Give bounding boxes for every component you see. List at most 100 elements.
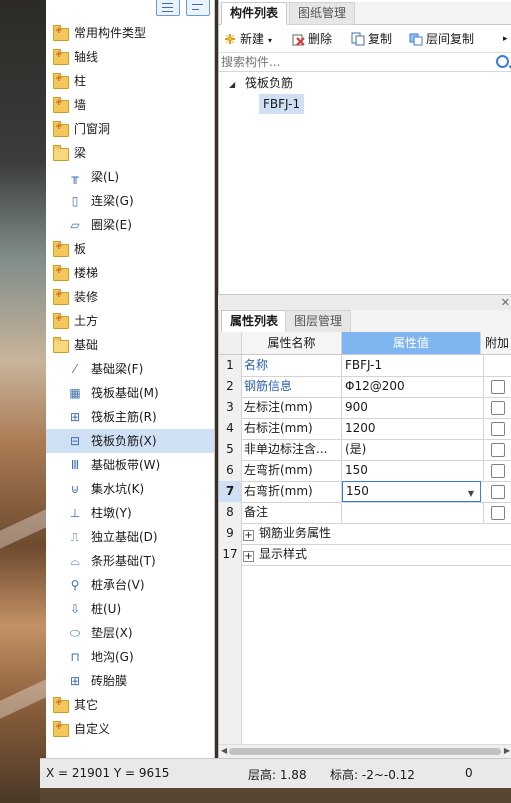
scroll-left-icon[interactable]: ◀ xyxy=(221,746,227,755)
extra-checkbox[interactable] xyxy=(491,485,505,499)
tree-item-label: 柱墩(Y) xyxy=(91,506,132,520)
horizontal-scrollbar[interactable]: ◀ ▶ xyxy=(219,744,511,758)
tree-item[interactable]: ⊞ 筏板主筋(R) xyxy=(46,405,214,429)
property-value-text: 150 xyxy=(346,484,369,498)
tab-component-list[interactable]: 构件列表 xyxy=(221,2,288,25)
copy-button[interactable]: 复制 xyxy=(351,30,392,48)
delete-label: 删除 xyxy=(308,32,333,46)
tree-item[interactable]: + 墙 xyxy=(46,93,214,117)
extra-checkbox[interactable] xyxy=(491,401,505,415)
property-row[interactable]: 5 非单边标注含... (是) xyxy=(219,439,511,461)
tree-item[interactable]: ⊍ 集水坑(K) xyxy=(46,477,214,501)
pile-icon: ⇩ xyxy=(69,602,81,616)
component-group[interactable]: ◢ 筏板负筋 xyxy=(229,73,293,93)
layer-copy-button[interactable]: 层间复制 xyxy=(409,30,474,48)
property-value[interactable]: 900 xyxy=(342,397,484,418)
tree-item[interactable]: ⊓ 地沟(G) xyxy=(46,645,214,669)
ring-beam-icon: ▱ xyxy=(70,218,80,232)
tree-item[interactable]: ⁄ 基础梁(F) xyxy=(46,357,214,381)
header-property-name: 属性名称 xyxy=(242,332,342,354)
row-number: 8 xyxy=(219,502,242,523)
property-value[interactable]: FBFJ-1 xyxy=(342,355,484,376)
tab-property-list[interactable]: 属性列表 xyxy=(221,310,288,333)
dropdown-arrow-icon[interactable]: ▼ xyxy=(468,484,474,503)
tree-item[interactable]: 梁 xyxy=(46,141,214,165)
property-row[interactable]: 1 名称 FBFJ-1 xyxy=(219,355,511,377)
new-button[interactable]: 新建 ▾ xyxy=(223,30,272,48)
list-view-button[interactable] xyxy=(156,0,180,16)
header-property-value: 属性值 xyxy=(342,332,481,354)
raft-negative-rebar-icon: ⊟ xyxy=(69,434,81,448)
tree-item[interactable]: + 常用构件类型 xyxy=(46,21,214,45)
extra-checkbox[interactable] xyxy=(491,506,505,520)
tree-item[interactable]: ⚲ 桩承台(V) xyxy=(46,573,214,597)
scrollbar-thumb[interactable] xyxy=(229,748,501,755)
toolbar-overflow-icon[interactable]: ▸ xyxy=(503,30,508,48)
folder-icon: + xyxy=(53,121,69,137)
property-row[interactable]: 9 + 钢筋业务属性 xyxy=(219,523,511,545)
scroll-right-icon[interactable]: ▶ xyxy=(504,746,510,755)
tree-item[interactable]: + 柱 xyxy=(46,69,214,93)
detail-view-button[interactable] xyxy=(186,0,210,16)
tree-item[interactable]: ⊥ 柱墩(Y) xyxy=(46,501,214,525)
property-row[interactable]: 8 备注 xyxy=(219,502,511,524)
tree-item[interactable]: + 其它 xyxy=(46,693,214,717)
tree-item-label: 轴线 xyxy=(74,50,99,64)
property-group-label: 显示样式 xyxy=(259,547,308,561)
tree-toolbar xyxy=(46,0,214,18)
property-row[interactable]: 6 左弯折(mm) 150 xyxy=(219,460,511,482)
tree-item[interactable]: + 板 xyxy=(46,237,214,261)
property-value-text: 150 xyxy=(345,463,368,477)
tree-item[interactable]: ▯ 连梁(G) xyxy=(46,189,214,213)
tab-layer-management[interactable]: 图层管理 xyxy=(285,310,352,333)
close-icon[interactable]: ✕ xyxy=(501,296,510,309)
tree-item[interactable]: + 楼梯 xyxy=(46,261,214,285)
tree-item[interactable]: ⬭ 垫层(X) xyxy=(46,621,214,645)
property-value-editor[interactable]: 150 ▼ xyxy=(342,481,481,502)
expand-icon[interactable]: + xyxy=(243,551,254,562)
search-input[interactable] xyxy=(221,54,491,69)
tree-item[interactable]: + 自定义 xyxy=(46,717,214,741)
property-row[interactable]: 2 钢筋信息 Φ12@200 xyxy=(219,376,511,398)
tree-item[interactable]: ⇩ 桩(U) xyxy=(46,597,214,621)
delete-button[interactable]: 删除 xyxy=(291,30,332,48)
background-highlight xyxy=(0,509,46,549)
chevron-down-icon[interactable]: ▾ xyxy=(268,36,272,45)
extra-checkbox[interactable] xyxy=(491,422,505,436)
extra-checkbox[interactable] xyxy=(491,443,505,457)
property-row[interactable]: 3 左标注(mm) 900 xyxy=(219,397,511,419)
tree-item[interactable]: 基础 xyxy=(46,333,214,357)
tree-item-label: 楼梯 xyxy=(74,266,99,280)
tree-item[interactable]: + 轴线 xyxy=(46,45,214,69)
tree-item[interactable]: + 装修 xyxy=(46,285,214,309)
property-value[interactable]: (是) xyxy=(342,439,484,460)
panel-splitter[interactable]: ✕ xyxy=(218,294,511,311)
property-value[interactable]: 1200 xyxy=(342,418,484,439)
property-row[interactable]: 17 + 显示样式 xyxy=(219,544,511,566)
tree-item[interactable]: Ⅲ 基础板带(W) xyxy=(46,453,214,477)
tree-item[interactable]: + 门窗洞 xyxy=(46,117,214,141)
property-value[interactable]: 150 xyxy=(342,460,484,481)
expand-icon[interactable]: + xyxy=(243,530,254,541)
property-row[interactable]: 4 右标注(mm) 1200 xyxy=(219,418,511,440)
open-folder-icon xyxy=(53,145,69,161)
component-item-fbfj-1[interactable]: FBFJ-1 xyxy=(259,94,305,114)
tree-item[interactable]: ⎍ 独立基础(D) xyxy=(46,525,214,549)
collapse-triangle-icon[interactable]: ◢ xyxy=(229,80,235,89)
tab-drawing-management[interactable]: 图纸管理 xyxy=(289,2,356,25)
tree-item[interactable]: ▦ 筏板基础(M) xyxy=(46,381,214,405)
extra-checkbox[interactable] xyxy=(491,464,505,478)
tree-item[interactable]: ⊟ 筏板负筋(X) xyxy=(46,429,214,453)
property-value[interactable]: Φ12@200 xyxy=(342,376,484,397)
tree-item[interactable]: ▱ 圈梁(E) xyxy=(46,213,214,237)
tree-item[interactable]: ⊞ 砖胎膜 xyxy=(46,669,214,693)
property-row[interactable]: 7 右弯折(mm) 150 ▼ xyxy=(219,481,511,503)
tree-item[interactable]: + 土方 xyxy=(46,309,214,333)
expand-plus-icon: + xyxy=(55,290,63,300)
extra-checkbox[interactable] xyxy=(491,380,505,394)
tree-item[interactable]: ⌓ 条形基础(T) xyxy=(46,549,214,573)
property-value[interactable] xyxy=(342,502,484,523)
tree-item[interactable]: ╥ 梁(L) xyxy=(46,165,214,189)
expand-plus-icon: + xyxy=(55,50,63,60)
search-icon[interactable] xyxy=(496,55,509,68)
